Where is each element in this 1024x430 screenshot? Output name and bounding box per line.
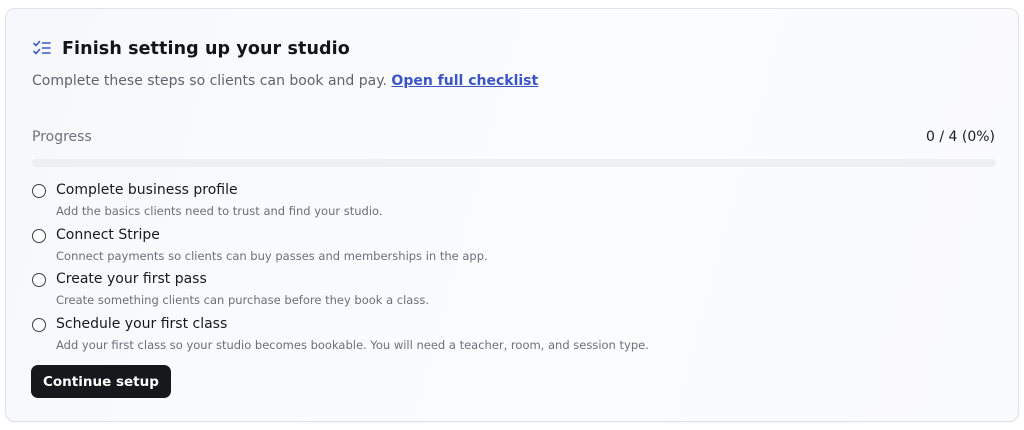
step-description: Add your first class so your studio beco… <box>56 337 649 352</box>
step-radio[interactable] <box>32 184 46 198</box>
progress-label: Progress <box>32 129 92 145</box>
setup-checklist-card: Finish setting up your studio Complete t… <box>5 8 1019 422</box>
card-subtitle: Complete these steps so clients can book… <box>32 73 538 89</box>
step-title: Complete business profile <box>56 182 238 198</box>
step-radio[interactable] <box>32 228 46 243</box>
progress-value: 0 / 4 (0%) <box>925 129 995 145</box>
step-title: Create your first pass <box>56 271 207 287</box>
step-radio[interactable] <box>32 273 46 287</box>
step-description: Connect payments so clients can buy pass… <box>56 248 488 263</box>
open-full-checklist-link[interactable]: Open full checklist <box>391 73 538 89</box>
steps-list: Complete business profile Add the basics… <box>32 182 996 360</box>
subtitle-text: Complete these steps so clients can book… <box>32 73 387 89</box>
checklist-icon <box>32 39 52 59</box>
step-radio[interactable] <box>32 317 46 332</box>
step-item[interactable]: Connect Stripe Connect payments so clien… <box>32 227 996 272</box>
step-description: Add the basics clients need to trust and… <box>56 204 383 218</box>
progress-bar <box>32 159 996 167</box>
continue-setup-button[interactable]: Continue setup <box>31 365 171 398</box>
step-item[interactable]: Create your first pass Create something … <box>32 271 996 316</box>
card-title: Finish setting up your studio <box>62 39 350 59</box>
step-title: Connect Stripe <box>56 226 160 243</box>
card-header: Finish setting up your studio <box>32 39 350 59</box>
step-description: Create something clients can purchase be… <box>56 293 429 307</box>
step-item[interactable]: Schedule your first class Add your first… <box>32 316 996 361</box>
step-title: Schedule your first class <box>56 315 228 332</box>
step-item[interactable]: Complete business profile Add the basics… <box>32 182 996 227</box>
